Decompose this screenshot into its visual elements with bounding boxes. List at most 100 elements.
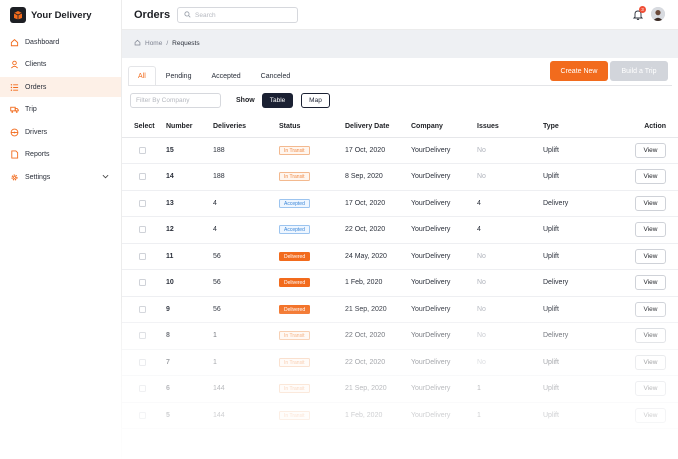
sidebar-item-dashboard[interactable]: Dashboard (0, 32, 121, 52)
create-new-button[interactable]: Create New (550, 61, 608, 81)
search-box[interactable] (177, 7, 298, 23)
sidebar-item-settings[interactable]: Settings (0, 168, 121, 188)
company-cell: YourDelivery (411, 190, 477, 217)
type-cell: Uplift (543, 216, 615, 244)
notification-bell-icon[interactable]: 3 (632, 6, 646, 21)
table-row[interactable]: 8 1 In Transit 22 Oct, 2020 YourDelivery No De… (122, 322, 678, 350)
action-cell: View (615, 296, 678, 323)
row-checkbox[interactable] (139, 173, 146, 181)
row-checkbox[interactable] (139, 332, 146, 340)
deliveries-cell: 1 (213, 322, 279, 350)
map-view-button[interactable]: Map (301, 93, 330, 108)
deliveries-cell: 56 (213, 269, 279, 297)
view-button[interactable]: View (635, 195, 666, 211)
delivery-date-cell: 1 Feb, 2020 (345, 269, 411, 297)
table-view-button[interactable]: Table (262, 93, 293, 108)
row-checkbox[interactable] (139, 252, 146, 260)
table-row[interactable]: 14 188 In Transit 8 Sep, 2020 YourDelivery No… (122, 163, 678, 191)
delivery-date-cell: 8 Sep, 2020 (345, 163, 411, 191)
brand[interactable]: Your Delivery (0, 0, 121, 30)
avatar[interactable] (651, 7, 665, 21)
status-badge: In Transit (279, 172, 310, 182)
orders-card: All Pending Accepted Canceled Create New… (122, 58, 678, 459)
table-row[interactable]: 5 144 In Transit 1 Feb, 2020 YourDelivery 1 Up… (122, 402, 678, 429)
number-cell: 6 (166, 375, 213, 403)
issues-cell: No (477, 296, 543, 323)
view-button[interactable]: View (635, 222, 666, 238)
status-cell: In Transit (279, 402, 345, 429)
truck-icon (10, 105, 19, 114)
deliveries-cell: 56 (213, 296, 279, 323)
issues-cell: No (477, 322, 543, 350)
breadcrumb-home[interactable]: Home (145, 40, 162, 47)
view-button[interactable]: View (635, 328, 666, 344)
column-header-issues[interactable]: Issues (477, 116, 543, 138)
column-header-deliveries[interactable]: Deliveries (213, 116, 279, 138)
table-row[interactable]: 7 1 In Transit 22 Oct, 2020 YourDelivery No Up… (122, 349, 678, 376)
table-row[interactable]: 13 4 Accepted 17 Oct, 2020 YourDelivery 4 Deli… (122, 190, 678, 217)
number-cell: 10 (166, 269, 213, 297)
row-checkbox[interactable] (139, 146, 146, 154)
view-button[interactable]: View (635, 381, 666, 397)
row-checkbox[interactable] (139, 199, 146, 207)
action-cell: View (615, 243, 678, 270)
column-header-action: Action (615, 116, 678, 138)
row-checkbox[interactable] (139, 411, 146, 419)
select-cell (122, 375, 166, 403)
status-badge: Delivered (279, 278, 311, 288)
type-cell: Delivery (543, 269, 615, 297)
view-button[interactable]: View (635, 301, 666, 317)
issues-cell: No (477, 243, 543, 270)
status-cell: Delivered (279, 243, 345, 270)
table-row[interactable]: 12 4 Accepted 22 Oct, 2020 YourDelivery 4 Upli… (122, 216, 678, 244)
column-header-company[interactable]: Company (411, 116, 477, 138)
view-button[interactable]: View (635, 275, 666, 291)
status-badge: Accepted (279, 198, 310, 208)
column-header-status[interactable]: Status (279, 116, 345, 138)
select-cell (122, 216, 166, 244)
row-checkbox[interactable] (139, 385, 146, 393)
view-button[interactable]: View (635, 354, 666, 370)
sidebar-item-trip[interactable]: Trip (0, 100, 121, 120)
sidebar-item-clients[interactable]: Clients (0, 55, 121, 75)
table-row[interactable]: 11 56 Delivered 24 May, 2020 YourDelivery No U… (122, 243, 678, 270)
tab-canceled[interactable]: Canceled (251, 66, 301, 86)
tab-pending[interactable]: Pending (156, 66, 202, 86)
search-input[interactable] (195, 11, 295, 19)
company-filter[interactable] (130, 93, 221, 108)
sidebar-item-reports[interactable]: Reports (0, 145, 121, 165)
view-button[interactable]: View (635, 248, 666, 264)
chevron-down-icon[interactable] (102, 174, 109, 181)
row-checkbox[interactable] (139, 358, 146, 366)
row-checkbox[interactable] (139, 305, 146, 313)
row-checkbox[interactable] (139, 226, 146, 234)
delivery-date-cell: 22 Oct, 2020 (345, 349, 411, 376)
view-button[interactable]: View (635, 169, 666, 185)
view-button[interactable]: View (635, 407, 666, 423)
tab-accepted[interactable]: Accepted (201, 66, 250, 86)
type-cell: Delivery (543, 322, 615, 350)
action-cell: View (615, 137, 678, 164)
table-row[interactable]: 15 188 In Transit 17 Oct, 2020 YourDelivery N… (122, 137, 678, 164)
home-icon[interactable] (134, 39, 141, 48)
delivery-date-cell: 22 Oct, 2020 (345, 216, 411, 244)
column-header-type[interactable]: Type (543, 116, 615, 138)
document-icon (10, 150, 19, 160)
build-trip-button[interactable]: Build a Trip (610, 61, 668, 81)
search-icon (184, 10, 191, 20)
column-header-number[interactable]: Number (166, 116, 213, 138)
type-cell: Uplift (543, 243, 615, 270)
order-number: 12 (166, 226, 174, 234)
column-header-delivery-date[interactable]: Delivery Date (345, 116, 411, 138)
table-row[interactable]: 9 56 Delivered 21 Sep, 2020 YourDelivery No Up… (122, 296, 678, 323)
table-row[interactable]: 6 144 In Transit 21 Sep, 2020 YourDelivery 1 U… (122, 375, 678, 403)
deliveries-cell: 1 (213, 349, 279, 376)
company-filter-input[interactable] (136, 97, 220, 104)
view-button[interactable]: View (635, 142, 666, 158)
status-badge: Delivered (279, 304, 311, 314)
sidebar-item-orders[interactable]: Orders (0, 77, 121, 98)
sidebar-item-drivers[interactable]: Drivers (0, 122, 121, 142)
table-row[interactable]: 10 56 Delivered 1 Feb, 2020 YourDelivery No De… (122, 269, 678, 297)
tab-all[interactable]: All (128, 66, 156, 86)
row-checkbox[interactable] (139, 279, 146, 287)
